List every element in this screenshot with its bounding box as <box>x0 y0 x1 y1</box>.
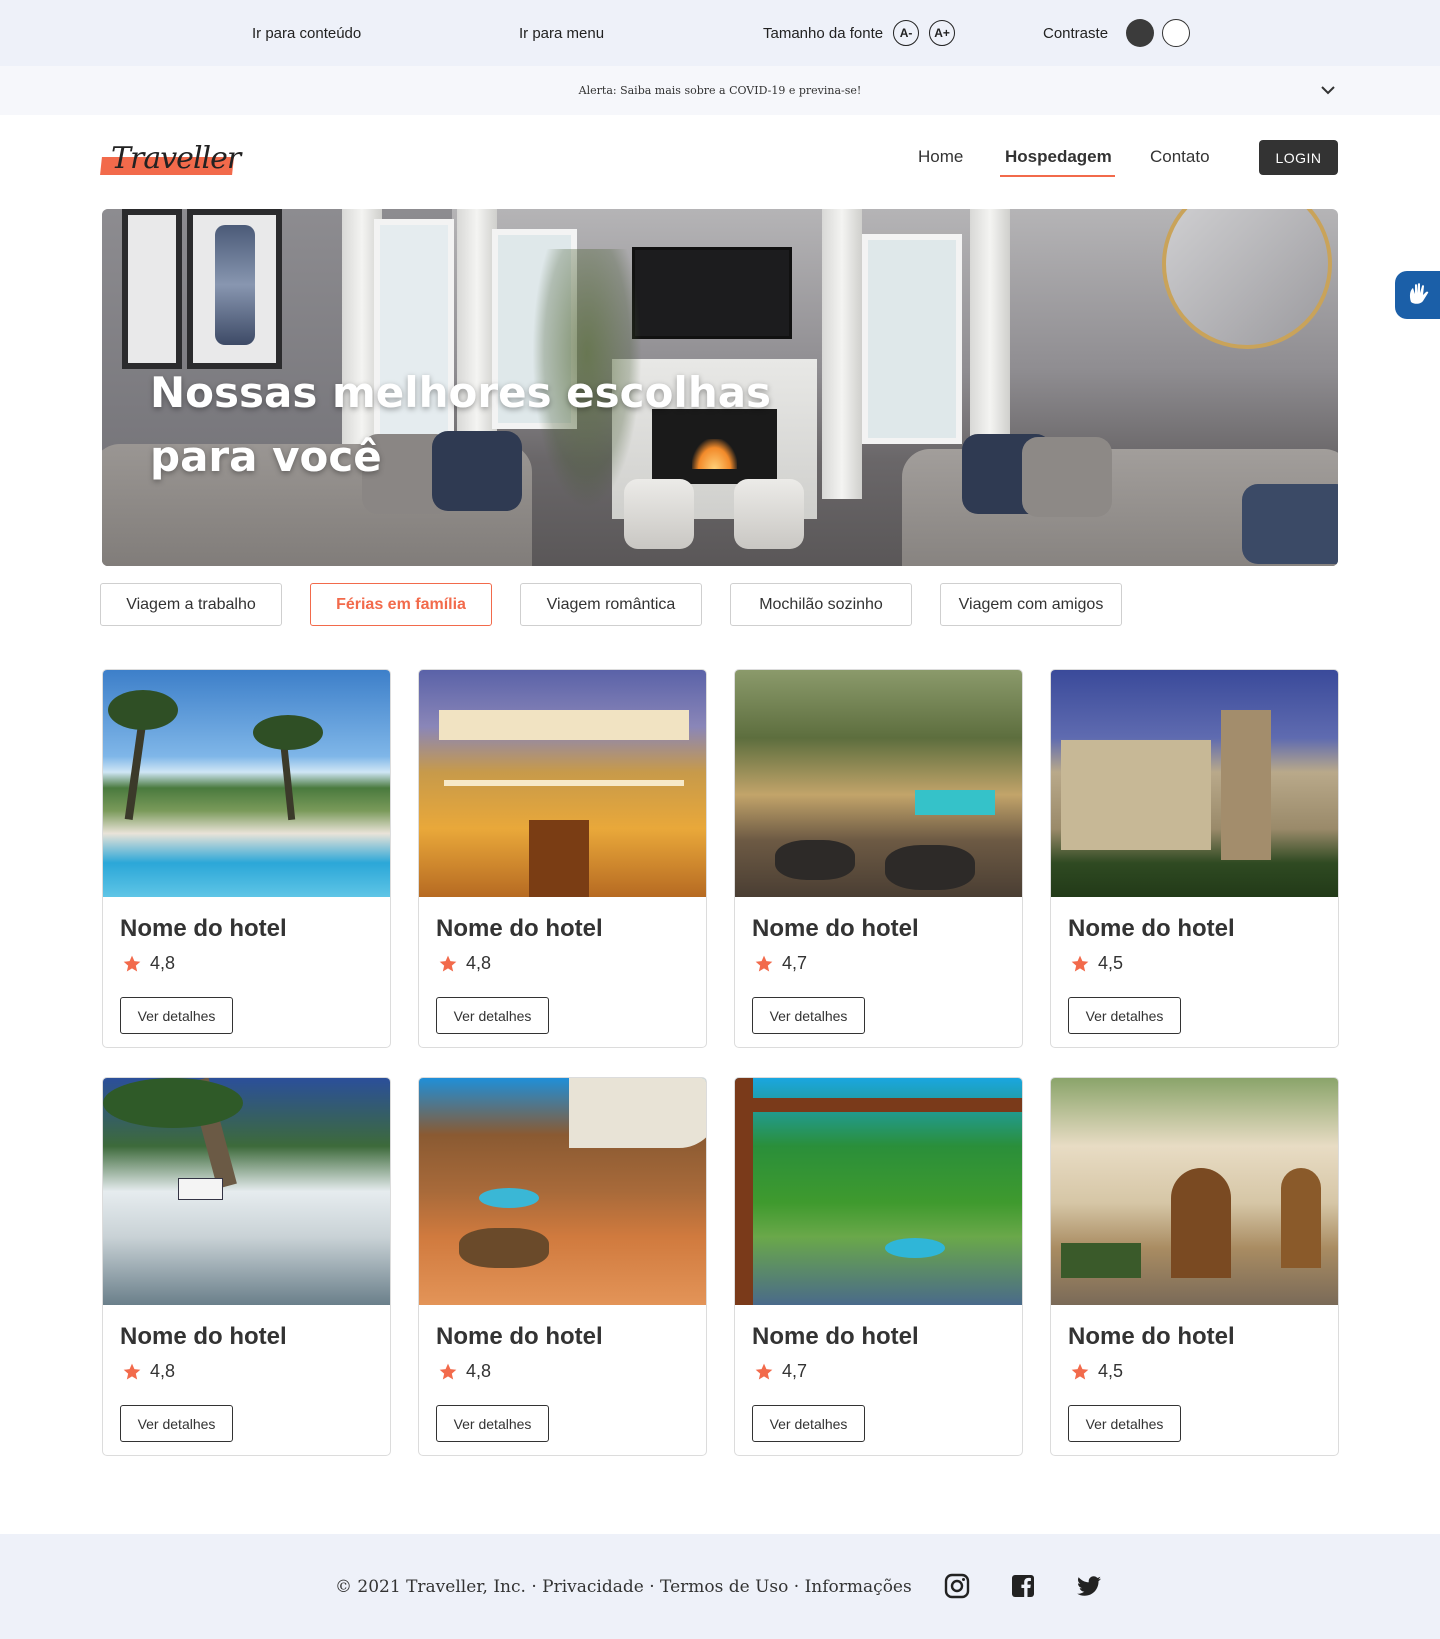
hotel-name: Nome do hotel <box>752 1323 919 1350</box>
instagram-icon[interactable] <box>943 1572 971 1600</box>
star-icon <box>1071 1363 1089 1379</box>
traveller-logo[interactable]: Traveller <box>100 141 241 179</box>
rating-value: 4,5 <box>1098 953 1124 973</box>
hotel-photo <box>1051 670 1338 897</box>
wall-art-frame <box>187 209 282 369</box>
rating-value: 4,7 <box>782 1361 808 1381</box>
contrast-label: Contraste <box>1043 24 1109 42</box>
star-icon <box>439 955 457 971</box>
hotel-rating: 4,5 <box>1070 1361 1123 1382</box>
hotel-card[interactable]: Nome do hotel 4,7 Ver detalhes <box>734 669 1023 1048</box>
copyright: © 2021 Traveller, Inc. <box>335 1576 526 1597</box>
hotel-name: Nome do hotel <box>436 915 603 942</box>
hotel-card[interactable]: Nome do hotel 4,8 Ver detalhes <box>102 1077 391 1456</box>
accessibility-bar: Ir para conteúdo Ir para menu Tamanho da… <box>0 0 1440 66</box>
rating-value: 4,8 <box>150 953 176 973</box>
hotel-name: Nome do hotel <box>1068 915 1235 942</box>
hotel-card[interactable]: Nome do hotel 4,8 Ver detalhes <box>418 669 707 1048</box>
hotel-rating: 4,8 <box>122 953 175 974</box>
hotel-card[interactable]: Nome do hotel 4,5 Ver detalhes <box>1050 669 1339 1048</box>
hotel-card[interactable]: Nome do hotel 4,8 Ver detalhes <box>102 669 391 1048</box>
hero-banner: Nossas melhores escolhas para você <box>102 209 1338 566</box>
rating-value: 4,5 <box>1098 1361 1124 1381</box>
filter-viagem-a-trabalho[interactable]: Viagem a trabalho <box>100 583 282 626</box>
font-increase-button[interactable]: A+ <box>929 20 956 46</box>
wall-art-frame <box>122 209 182 369</box>
hotel-photo <box>735 670 1022 897</box>
footer-text: © 2021 Traveller, Inc. · Privacidade · T… <box>335 1576 912 1597</box>
rating-value: 4,8 <box>466 1361 492 1381</box>
rating-value: 4,8 <box>150 1361 176 1381</box>
alert-text: Alerta: Saiba mais sobre a COVID-19 e pr… <box>578 84 862 97</box>
view-details-button[interactable]: Ver detalhes <box>1068 1405 1181 1442</box>
facebook-icon[interactable] <box>1009 1572 1037 1600</box>
star-icon <box>123 955 141 971</box>
hotel-photo <box>1051 1078 1338 1305</box>
hotel-photo <box>735 1078 1022 1305</box>
hotel-name: Nome do hotel <box>1068 1323 1235 1350</box>
skip-to-menu-link[interactable]: Ir para menu <box>519 25 604 42</box>
hotel-rating: 4,5 <box>1070 953 1123 974</box>
font-decrease-button[interactable]: A- <box>893 20 920 46</box>
hotel-rating: 4,7 <box>754 953 807 974</box>
hotel-photo <box>419 1078 706 1305</box>
covid-alert-banner: Alerta: Saiba mais sobre a COVID-19 e pr… <box>0 66 1440 115</box>
nav-home[interactable]: Home <box>918 147 963 167</box>
tv-image <box>632 247 792 339</box>
hotel-name: Nome do hotel <box>436 1323 603 1350</box>
star-icon <box>755 955 773 971</box>
hero-title-line-2: para você <box>150 432 382 481</box>
hotel-rating: 4,8 <box>438 1361 491 1382</box>
filter-ferias-em-familia[interactable]: Férias em família <box>310 583 492 626</box>
view-details-button[interactable]: Ver detalhes <box>120 997 233 1034</box>
filter-viagem-com-amigos[interactable]: Viagem com amigos <box>940 583 1122 626</box>
active-nav-underline <box>1000 175 1115 177</box>
logo-text: Traveller <box>111 141 241 176</box>
skip-to-content-link[interactable]: Ir para conteúdo <box>252 25 361 42</box>
rating-value: 4,8 <box>466 953 492 973</box>
hotel-name: Nome do hotel <box>752 915 919 942</box>
dark-contrast-button[interactable] <box>1126 19 1155 47</box>
hotel-photo <box>103 1078 390 1305</box>
view-details-button[interactable]: Ver detalhes <box>752 997 865 1034</box>
twitter-icon[interactable] <box>1075 1572 1103 1600</box>
star-icon <box>123 1363 141 1379</box>
info-link[interactable]: Informações <box>805 1577 912 1597</box>
hotel-card[interactable]: Nome do hotel 4,5 Ver detalhes <box>1050 1077 1339 1456</box>
hotel-card[interactable]: Nome do hotel 4,7 Ver detalhes <box>734 1077 1023 1456</box>
hotel-rating: 4,8 <box>122 1361 175 1382</box>
hotel-rating: 4,8 <box>438 953 491 974</box>
sign-language-icon[interactable] <box>1395 271 1440 319</box>
hero-title-line-1: Nossas melhores escolhas <box>150 368 772 417</box>
hotel-name: Nome do hotel <box>120 1323 287 1350</box>
chevron-down-icon[interactable] <box>1316 78 1340 102</box>
view-details-button[interactable]: Ver detalhes <box>1068 997 1181 1034</box>
filter-viagem-romantica[interactable]: Viagem romântica <box>520 583 702 626</box>
nav-hospedagem[interactable]: Hospedagem <box>1005 147 1112 167</box>
hotel-photo <box>103 670 390 897</box>
login-button[interactable]: LOGIN <box>1259 140 1338 175</box>
rating-value: 4,7 <box>782 953 808 973</box>
nav-contato[interactable]: Contato <box>1150 147 1210 167</box>
star-icon <box>439 1363 457 1379</box>
light-contrast-button[interactable] <box>1162 19 1191 47</box>
hotel-card[interactable]: Nome do hotel 4,8 Ver detalhes <box>418 1077 707 1456</box>
hero-title: Nossas melhores escolhas para você <box>150 361 771 489</box>
star-icon <box>755 1363 773 1379</box>
font-size-label: Tamanho da fonte <box>763 24 884 42</box>
footer: © 2021 Traveller, Inc. · Privacidade · T… <box>0 1534 1440 1639</box>
star-icon <box>1071 955 1089 971</box>
terms-link[interactable]: Termos de Uso <box>660 1577 788 1597</box>
privacy-link[interactable]: Privacidade <box>542 1577 644 1597</box>
view-details-button[interactable]: Ver detalhes <box>436 997 549 1034</box>
view-details-button[interactable]: Ver detalhes <box>436 1405 549 1442</box>
view-details-button[interactable]: Ver detalhes <box>120 1405 233 1442</box>
hotel-rating: 4,7 <box>754 1361 807 1382</box>
filter-mochilao-sozinho[interactable]: Mochilão sozinho <box>730 583 912 626</box>
hotel-photo <box>419 670 706 897</box>
hotel-name: Nome do hotel <box>120 915 287 942</box>
view-details-button[interactable]: Ver detalhes <box>752 1405 865 1442</box>
